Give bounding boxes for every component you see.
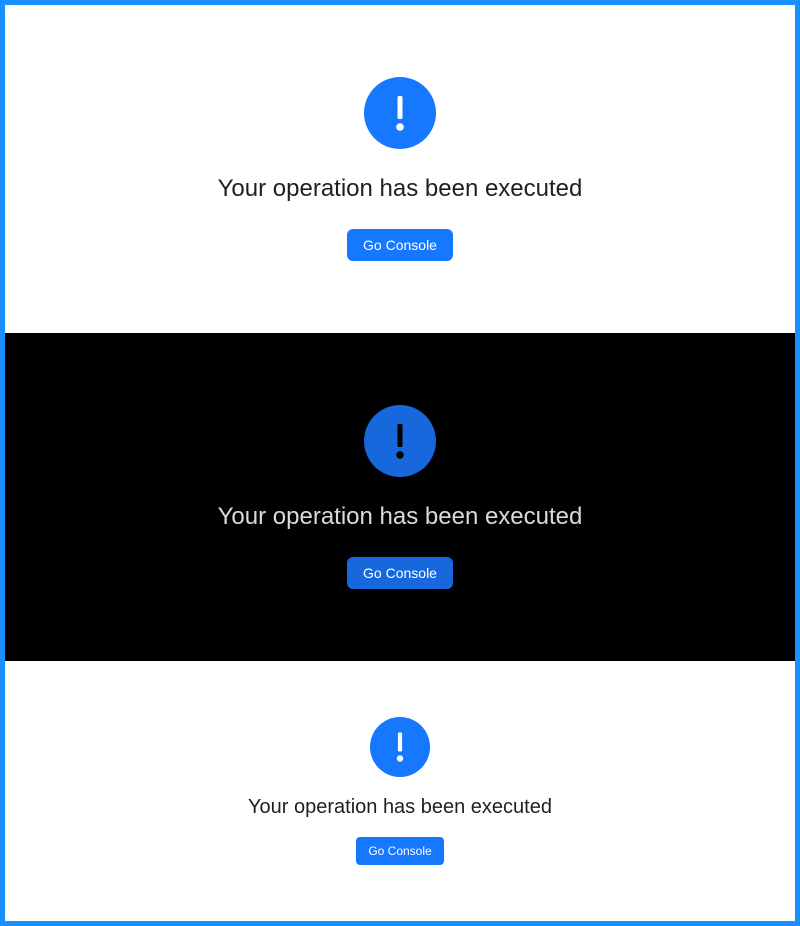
go-console-button[interactable]: Go Console	[347, 229, 453, 261]
go-console-button[interactable]: Go Console	[356, 837, 444, 865]
result-title: Your operation has been executed	[217, 175, 583, 202]
exclamation-circle-icon	[370, 717, 430, 777]
go-console-button[interactable]: Go Console	[347, 557, 453, 589]
preview-frame: Your operation has been executed Go Cons…	[5, 5, 795, 921]
result-title: Your operation has been executed	[248, 796, 552, 818]
result-title: Your operation has been executed	[217, 503, 583, 530]
exclamation-circle-icon	[364, 77, 436, 149]
exclamation-circle-icon	[364, 405, 436, 477]
result-panel-compact: Your operation has been executed Go Cons…	[5, 661, 795, 921]
result-panel-dark: Your operation has been executed Go Cons…	[5, 333, 795, 661]
result-panel-light: Your operation has been executed Go Cons…	[5, 5, 795, 333]
